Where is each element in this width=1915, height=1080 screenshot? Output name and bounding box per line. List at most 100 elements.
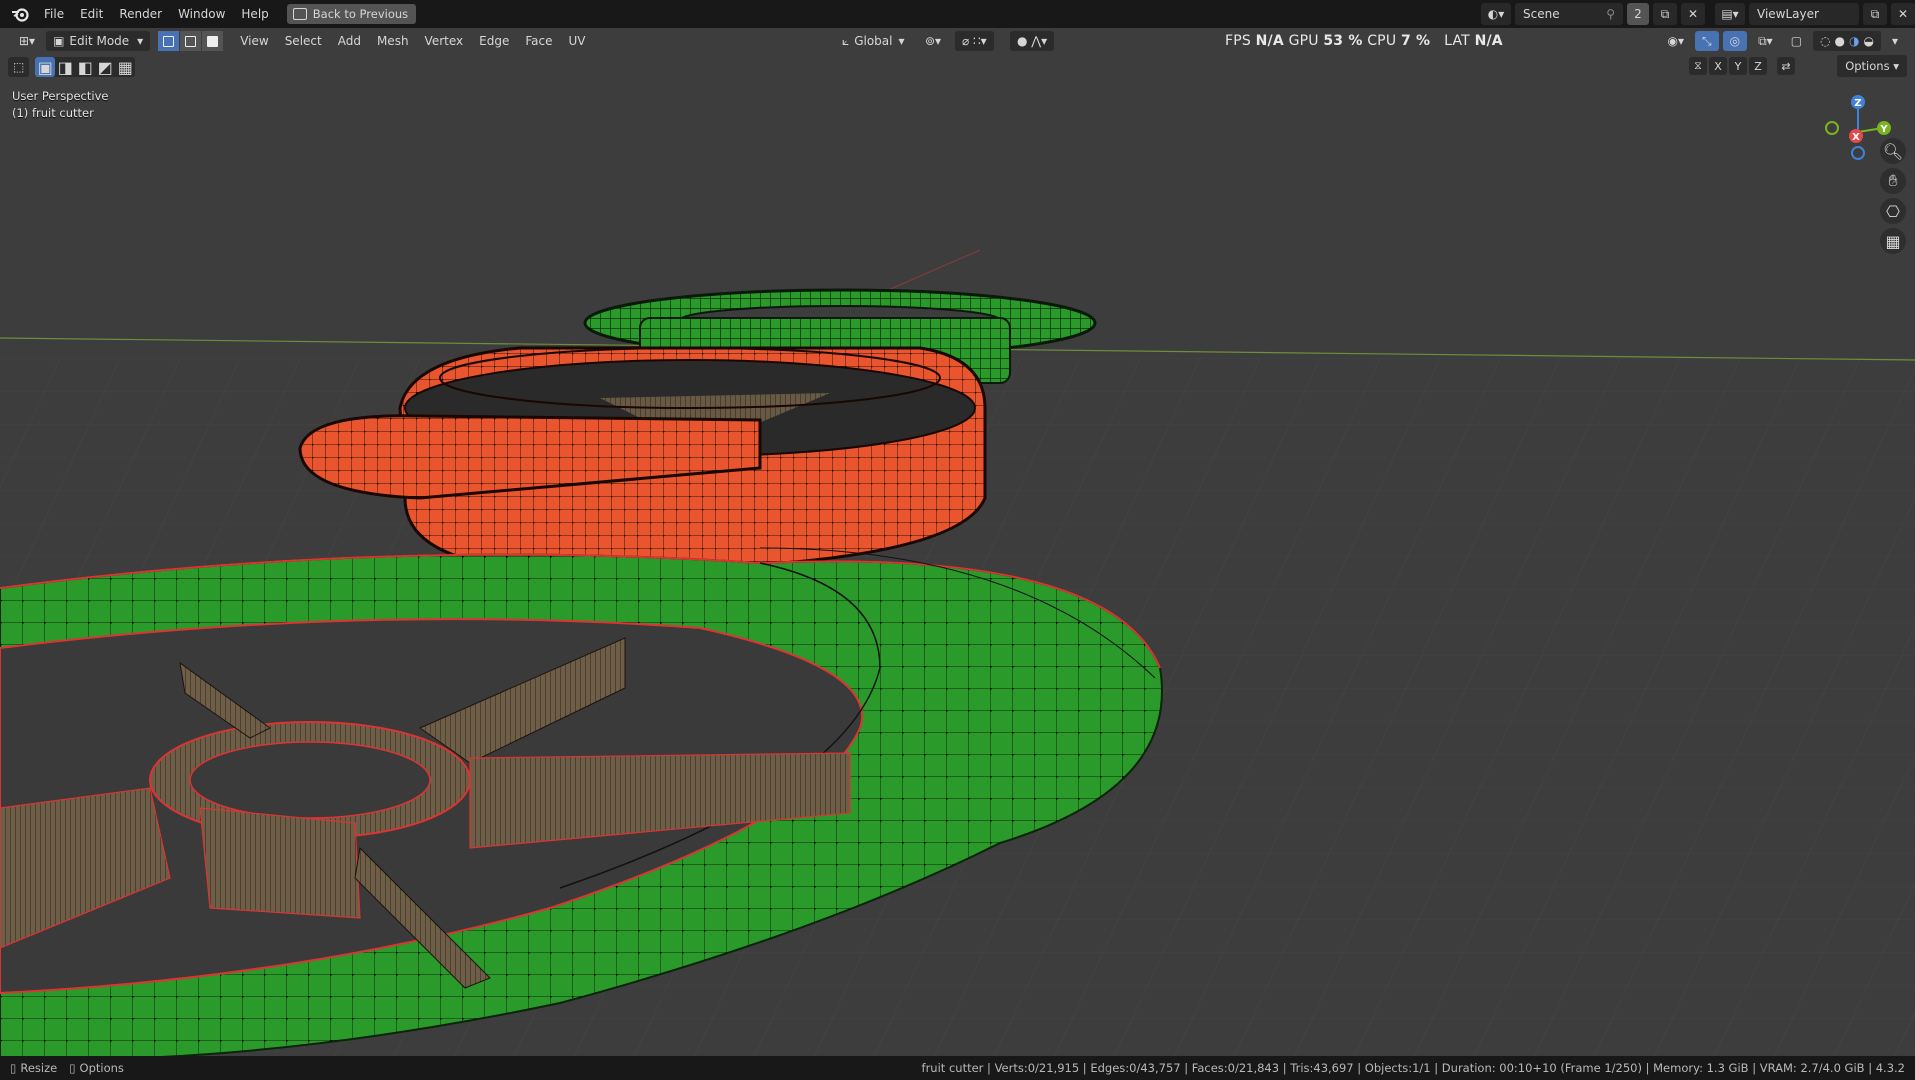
mirror-axis-toggles: ⧖ X Y Z ⇄ — [1689, 57, 1795, 75]
screen-icon — [292, 8, 307, 20]
mode-label: Edit Mode — [69, 34, 130, 48]
mode-selector[interactable]: ▣ Edit Mode ▾ — [46, 31, 151, 51]
viewlayer-name-field[interactable]: ViewLayer — [1749, 3, 1859, 25]
menu-edge[interactable]: Edge — [471, 28, 517, 54]
select-invert-icon[interactable]: ◩ — [95, 57, 115, 77]
orientation-label: Global — [854, 34, 893, 48]
svg-text:Z: Z — [1854, 98, 1861, 109]
viewlayer-name: ViewLayer — [1757, 7, 1819, 21]
gpu-label: GPU — [1288, 33, 1319, 49]
menu-edit[interactable]: Edit — [72, 0, 111, 28]
scene-selector-group: ◐▾ Scene ⚲ 2 ⧉ ✕ ▤▾ ViewLayer ⧉ ✕ — [1481, 3, 1915, 25]
cpu-label: CPU — [1367, 33, 1397, 49]
back-to-previous-button[interactable]: Back to Previous — [286, 4, 417, 24]
fps-label: FPS — [1225, 33, 1251, 49]
active-object-label: (1) fruit cutter — [12, 106, 94, 120]
neg-y-axis-icon — [1825, 121, 1839, 135]
menu-select[interactable]: Select — [277, 28, 330, 54]
chevron-down-icon: ▾ — [898, 34, 905, 48]
options-dropdown[interactable]: Options ▾ — [1837, 55, 1907, 77]
xray-toggle-icon[interactable]: ▢ — [1784, 31, 1809, 51]
face-select-icon[interactable] — [202, 31, 225, 51]
gpu-value: 53 % — [1323, 33, 1363, 49]
mirror-z-toggle[interactable]: Z — [1749, 57, 1767, 75]
menu-help[interactable]: Help — [233, 0, 276, 28]
vertex-select-icon[interactable] — [158, 31, 181, 51]
chevron-down-icon: ▾ — [137, 34, 144, 48]
pin-icon[interactable]: ⚲ — [1606, 7, 1615, 21]
svg-text:Y: Y — [1879, 124, 1888, 135]
viewlayer-browse-icon[interactable]: ▤▾ — [1715, 3, 1745, 25]
mesh-overlay-icon[interactable]: ⧉▾ — [1751, 31, 1780, 51]
mirror-y-toggle[interactable]: Y — [1729, 57, 1747, 75]
proportional-edit-icon[interactable]: ● ⋀▾ — [1010, 31, 1055, 51]
3d-viewport[interactable]: ⊞▾ ▣ Edit Mode ▾ View Select Add Mesh Ve… — [0, 28, 1915, 1056]
shading-options-icon[interactable]: ▾ — [1885, 31, 1905, 51]
scene-name-field[interactable]: Scene ⚲ — [1515, 3, 1623, 25]
visibility-icon[interactable]: ◉▾ — [1661, 31, 1692, 51]
remove-scene-icon[interactable]: ✕ — [1681, 3, 1705, 25]
menu-vertex[interactable]: Vertex — [417, 28, 472, 54]
mirror-icon[interactable]: ⧖ — [1689, 57, 1707, 75]
edit-mode-icon: ▣ — [53, 34, 65, 48]
blender-logo-icon[interactable] — [10, 6, 32, 22]
select-extend-icon[interactable]: ◨ — [55, 57, 75, 77]
performance-stats: FPS N/A GPU 53 % CPU 7 % LAT N/A — [1225, 28, 1503, 54]
menu-view[interactable]: View — [232, 28, 276, 54]
menu-uv[interactable]: UV — [560, 28, 593, 54]
shading-modes[interactable]: ◌ ● ◑ ◒ — [1813, 31, 1881, 51]
select-subtract-icon[interactable]: ◧ — [75, 57, 95, 77]
scene-browse-icon[interactable]: ◐▾ — [1481, 3, 1511, 25]
menu-add[interactable]: Add — [330, 28, 369, 54]
gizmo-toggle-icon[interactable]: ⤡ — [1695, 31, 1719, 51]
fps-value: N/A — [1255, 33, 1284, 49]
editor-type-icon[interactable]: ⊞▾ — [12, 31, 42, 51]
pivot-point-icon[interactable]: ⊚▾ — [918, 31, 948, 51]
topology-mirror-icon[interactable]: ⇄ — [1777, 57, 1795, 75]
wireframe-shading-icon[interactable]: ◌ — [1820, 34, 1830, 48]
menu-file[interactable]: File — [36, 0, 72, 28]
zoom-icon[interactable]: 🔍︎ — [1880, 138, 1906, 164]
select-mode-toggle[interactable] — [158, 31, 225, 51]
viewport-header: ⊞▾ ▣ Edit Mode ▾ View Select Add Mesh Ve… — [0, 28, 1915, 54]
select-new-icon[interactable]: ▣ — [35, 57, 56, 77]
rendered-shading-icon[interactable]: ◒ — [1863, 34, 1873, 48]
scene-statistics: fruit cutter | Verts:0/21,915 | Edges:0/… — [921, 1061, 1905, 1075]
resize-hint: Resize — [20, 1061, 58, 1075]
mouse-right-icon: ▯ — [69, 1061, 76, 1075]
svg-text:X: X — [1852, 132, 1860, 143]
mirror-x-toggle[interactable]: X — [1709, 57, 1727, 75]
menu-render[interactable]: Render — [111, 0, 170, 28]
options-hint: Options — [79, 1061, 124, 1075]
neg-z-axis-icon — [1851, 146, 1865, 160]
new-viewlayer-icon[interactable]: ⧉ — [1863, 3, 1887, 25]
solid-shading-icon[interactable]: ● — [1835, 34, 1845, 48]
material-shading-icon[interactable]: ◑ — [1849, 34, 1859, 48]
scene-user-count: 2 — [1627, 3, 1649, 25]
lat-value: N/A — [1474, 33, 1503, 49]
select-intersect-icon[interactable]: ▦ — [115, 57, 135, 77]
lat-label: LAT — [1444, 33, 1470, 49]
menu-face[interactable]: Face — [517, 28, 560, 54]
top-menubar: File Edit Render Window Help Back to Pre… — [0, 0, 1915, 28]
snap-toggle-icon[interactable]: ⌀ ∷▾ — [955, 31, 994, 51]
menu-window[interactable]: Window — [170, 0, 233, 28]
orientation-icon: ⟀ — [842, 33, 850, 48]
back-to-previous-label: Back to Previous — [312, 7, 409, 21]
perspective-toggle-icon[interactable]: ▦ — [1880, 228, 1906, 254]
cpu-value: 7 % — [1400, 33, 1431, 49]
menu-mesh[interactable]: Mesh — [369, 28, 417, 54]
tool-header: ⬚ ▣ ◨ ◧ ◩ ▦ — [8, 56, 136, 78]
transform-orientation-dropdown[interactable]: ⟀ Global ▾ — [835, 31, 912, 51]
overlay-toggle-icon[interactable]: ◎ — [1722, 31, 1748, 51]
select-tool-icon[interactable]: ⬚ — [8, 57, 30, 77]
pan-hand-icon[interactable]: ✋︎ — [1880, 168, 1906, 194]
status-bar: ▯ Resize ▯ Options fruit cutter | Verts:… — [0, 1056, 1915, 1080]
view-perspective-label: User Perspective — [12, 89, 109, 103]
remove-viewlayer-icon[interactable]: ✕ — [1891, 3, 1915, 25]
edge-select-icon[interactable] — [180, 31, 203, 51]
camera-view-icon[interactable]: ⎔ — [1880, 198, 1906, 224]
selection-mode-buttons[interactable]: ▣ ◨ ◧ ◩ ▦ — [35, 57, 136, 77]
viewport-scene — [0, 249, 1915, 1056]
new-scene-icon[interactable]: ⧉ — [1653, 3, 1677, 25]
